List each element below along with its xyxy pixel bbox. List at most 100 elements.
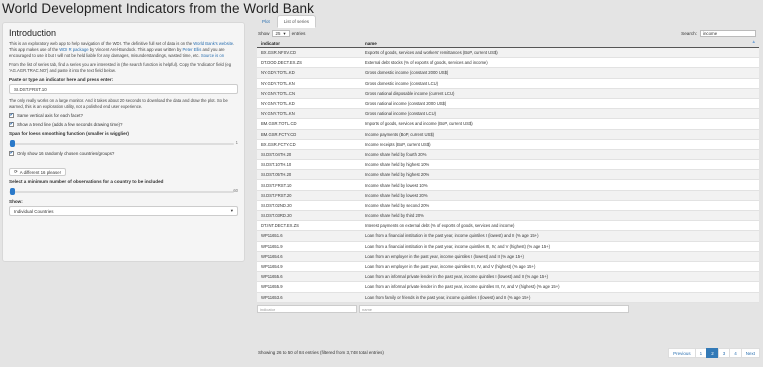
name-cell: Loan from a financial institution in the… [365,243,551,249]
min-obs-label: Select a minimum number of observations … [9,179,164,184]
table-row[interactable]: NY.GDY.TOTL.KD Gross domestic income (con… [257,68,759,79]
name-cell: Gross national income (constant LCU) [365,111,436,117]
indicator-cell: WP11651.6 [261,233,283,239]
previous-page-button[interactable]: Previous [668,348,696,358]
table-row[interactable]: SI.DST.04TH.20 Income share held by fourt… [257,149,759,161]
span-label: Span for loess smoothing function (small… [9,131,129,136]
table-row[interactable]: SI.DST.03RD.20 Income share held by third… [257,211,759,222]
table-row[interactable]: SI.DST.05TH.20 Income share held by highe… [257,170,759,181]
table-row[interactable]: SI.DST.02ND.20 Income share held by secon… [257,200,759,211]
indicator-cell: WP11655.9 [261,284,283,290]
show-entries-suffix: entries [291,31,306,36]
indicator-cell: BX.GSR.NFSV.CD [261,50,296,56]
indicator-label: Paste or type an indicator here and pres… [9,77,114,82]
span-slider-track [9,143,234,145]
min-obs-slider[interactable]: 60 [9,186,238,196]
table-row[interactable]: WP11653.6 Loan from family or friends in … [257,292,759,303]
sort-icon: ▲ [751,38,756,44]
table-row[interactable]: NY.GNY.TOTL.CN Gross national disposable … [257,88,759,99]
facet-axis-option[interactable]: ✔ Same vertical axis for each facet? [9,113,238,118]
min-obs-slider-max: 60 [233,188,238,193]
table-row[interactable]: SI.DST.FRST.20 Income share held by lowes… [257,190,759,201]
indicator-cell: NY.GDY.TOTL.KD [261,70,295,76]
span-slider-handle[interactable] [10,140,15,147]
indicator-cell: BM.GSR.TOTL.CD [261,121,297,127]
intro-paragraph-3: The only really works on a large monitor… [9,98,228,109]
table-row[interactable]: WP11655.9 Loan from an informal private l… [257,282,759,293]
indicator-cell: WP11655.6 [261,274,283,280]
table-row[interactable]: WP11655.6 Loan from an informal private l… [257,272,759,283]
min-obs-slider-handle[interactable] [10,188,15,195]
name-cell: Income share held by third 20% [365,213,424,219]
table-row[interactable]: WP11651.9 Loan from a financial instituti… [257,241,759,252]
search-input[interactable]: income [700,30,756,37]
random-countries-option[interactable]: ✔ Only show 16 randomly chosen countries… [9,151,238,156]
table-row[interactable]: SI.DST.10TH.10 Income share held by highe… [257,160,759,171]
table-row[interactable]: BX.GSR.NFSV.CD Exports of goods, services… [257,48,759,59]
table-row[interactable]: BX.GSR.FCTY.CD Income receipts (BoP, curr… [257,139,759,150]
indicator-cell: DT.DOD.DECT.EX.ZS [261,60,302,66]
trend-line-label: Show a trend line (adds a few seconds dr… [17,122,123,127]
table-row[interactable]: WP11654.9 Loan from an employer in the pa… [257,261,759,273]
table-row[interactable]: BM.GSR.TOTL.CD Imports of goods, services… [257,119,759,130]
next-page-button[interactable]: Next [740,348,760,358]
chevron-down-icon: ▾ [283,30,286,36]
trend-line-option[interactable]: ✔ Show a trend line (adds a few seconds … [9,122,238,127]
name-cell: Imports of goods, services and income (B… [365,121,473,127]
tab-list-of-series[interactable]: List of series [276,15,317,28]
column-filter-row: indicator name [257,303,759,314]
table-row[interactable]: SI.DST.FRST.10 Income share held by lowes… [257,180,759,191]
show-select[interactable]: Individual Countries ▾ [9,206,238,216]
indicator-cell: SI.DST.FRST.20 [261,192,292,198]
sidebar-heading: Introduction [9,28,57,38]
indicator-cell: BM.GSR.FCTY.CD [261,131,297,137]
span-slider[interactable]: 1 [9,138,238,148]
name-cell: Loan from an informal private lender in … [365,284,560,290]
indicator-cell: SI.DST.05TH.20 [261,172,292,178]
name-cell: Gross national income (constant 2000 US$… [365,101,447,107]
name-cell: Loan from an employer in the past year, … [365,253,524,259]
main-tabs: Plot List of series [255,15,317,28]
table-row[interactable]: DT.DOD.DECT.EX.ZS External debt stocks (%… [257,58,759,69]
table-row[interactable]: WP11651.6 Loan from a financial instituti… [257,231,759,242]
name-filter-input[interactable]: name [359,305,629,314]
name-cell: Exports of goods, services and workers' … [365,50,498,56]
table-row[interactable]: NY.GNY.TOTL.KD Gross national income (con… [257,98,759,110]
indicator-cell: WP11654.9 [261,264,283,270]
indicator-cell: DT.INT.DECT.EX.ZS [261,223,299,229]
different-16-button[interactable]: ⟳ A different 16 please! [9,168,66,176]
source-link[interactable]: Source is on [201,53,224,58]
column-header-indicator[interactable]: indicator [257,41,361,46]
author-link[interactable]: Peter Ellis [183,47,202,52]
random-countries-label: Only show 16 randomly chosen countries/g… [17,151,115,156]
trend-line-checkbox[interactable]: ✔ [9,122,14,127]
table-row[interactable]: BM.GSR.FCTY.CD Income payments (BoP, curr… [257,129,759,140]
name-cell: Loan from a financial institution in the… [365,233,539,239]
search-label: Search: [681,31,697,36]
entries-length-select[interactable]: 25 ▾ [271,30,290,37]
name-cell: Interest payments on external debt (% of… [365,223,515,229]
indicator-cell: SI.DST.03RD.20 [261,213,292,219]
indicator-input[interactable] [9,84,238,94]
facet-axis-checkbox[interactable]: ✔ [9,113,14,118]
wdi-package-link[interactable]: WDI R package [59,47,88,52]
table-row[interactable]: NY.GNY.TOTL.KN Gross national income (con… [257,109,759,120]
app-title: World Development Indicators from the Wo… [2,1,314,16]
span-slider-max: 1 [235,140,238,145]
indicator-filter-input[interactable]: indicator [257,305,357,314]
search-control: Search: income [681,30,756,37]
table-info: Showing 26 to 50 of 84 entries (filtered… [258,350,384,355]
table-row[interactable]: NY.GDY.TOTL.KN Gross domestic income (con… [257,78,759,89]
column-header-name[interactable]: name ▲ [361,38,759,46]
name-cell: Gross domestic income (constant 2000 US$… [365,70,449,76]
world-bank-link[interactable]: World Bank's website [193,41,233,46]
table-row[interactable]: WP11654.6 Loan from an employer in the pa… [257,251,759,262]
entries-control: Show 25 ▾ entries [258,30,305,37]
indicator-cell: NY.GNY.TOTL.CN [261,90,295,96]
pagination: Previous 1 2 3 4 Next [668,348,760,358]
indicator-cell: NY.GNY.TOTL.KD [261,101,295,107]
tab-plot[interactable]: Plot [255,15,277,28]
random-countries-checkbox[interactable]: ✔ [9,151,14,156]
table-row[interactable]: DT.INT.DECT.EX.ZS Interest payments on ex… [257,221,759,232]
indicator-cell: SI.DST.10TH.10 [261,162,292,168]
